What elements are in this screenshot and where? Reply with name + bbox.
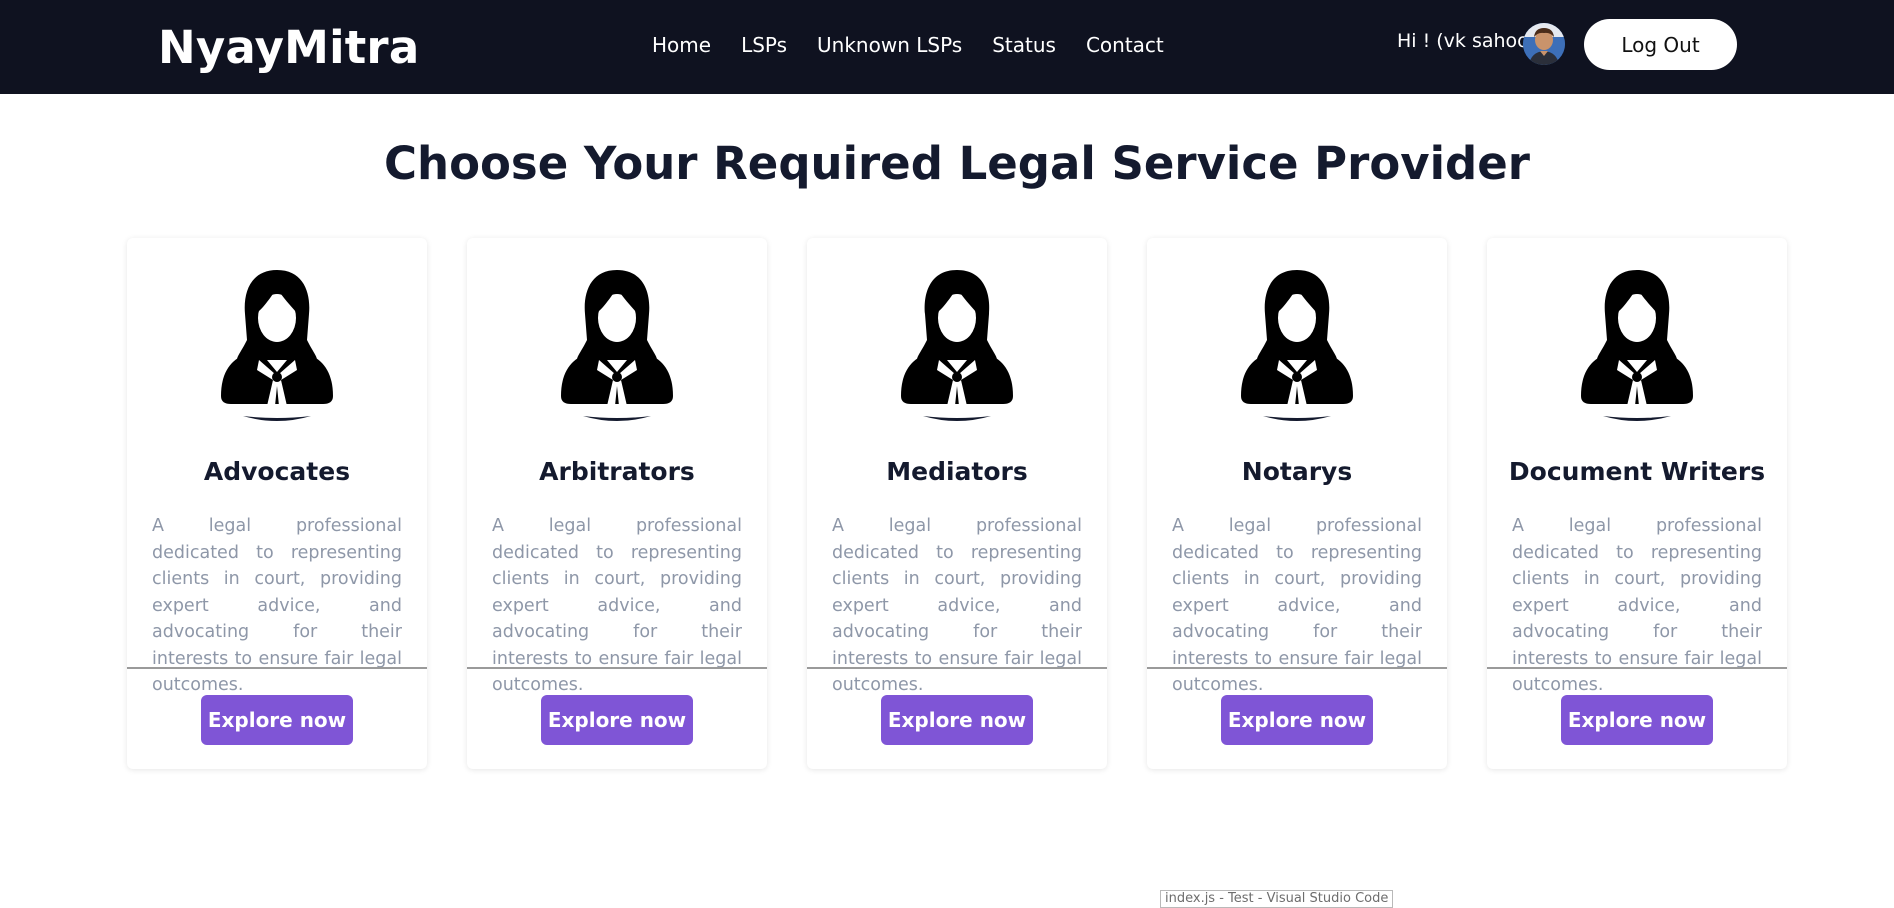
- nav-link-lsps[interactable]: LSPs: [741, 30, 787, 60]
- card-title: Document Writers: [1508, 457, 1766, 486]
- card-divider: [127, 667, 427, 669]
- nav-link-contact[interactable]: Contact: [1086, 30, 1164, 60]
- logout-button[interactable]: Log Out: [1584, 19, 1737, 70]
- card-mediators: Mediators A legal professional dedicated…: [807, 238, 1107, 769]
- page-title: Choose Your Required Legal Service Provi…: [384, 137, 1530, 190]
- card-divider: [1487, 667, 1787, 669]
- explore-arbitrators-button[interactable]: Explore now: [541, 695, 693, 745]
- card-title: Mediators: [886, 457, 1028, 486]
- user-greeting: Hi ! (vk sahoo): [1397, 30, 1537, 52]
- nav-link-status[interactable]: Status: [992, 30, 1056, 60]
- card-description: A legal professional dedicated to repres…: [1512, 516, 1762, 695]
- card-advocates: Advocates A legal professional dedicated…: [127, 238, 427, 769]
- card-divider: [807, 667, 1107, 669]
- navbar: NyayMitra Home LSPs Unknown LSPs Status …: [0, 0, 1894, 94]
- card-description: A legal professional dedicated to repres…: [492, 516, 742, 695]
- card-document-writers: Document Writers A legal professional de…: [1487, 238, 1787, 769]
- avatar[interactable]: [1523, 23, 1565, 65]
- explore-notarys-button[interactable]: Explore now: [1221, 695, 1373, 745]
- window-tooltip: index.js - Test - Visual Studio Code: [1160, 890, 1394, 908]
- explore-advocates-button[interactable]: Explore now: [201, 695, 353, 745]
- female-lawyer-icon: [221, 270, 333, 421]
- explore-mediators-button[interactable]: Explore now: [881, 695, 1033, 745]
- card-title: Advocates: [203, 457, 351, 486]
- card-divider: [1147, 667, 1447, 669]
- female-lawyer-icon: [561, 270, 673, 421]
- explore-document-writers-button[interactable]: Explore now: [1561, 695, 1713, 745]
- nav-links: Home LSPs Unknown LSPs Status Contact: [652, 30, 1194, 60]
- female-lawyer-icon: [1241, 270, 1353, 421]
- card-notarys: Notarys A legal professional dedicated t…: [1147, 238, 1447, 769]
- card-description: A legal professional dedicated to repres…: [152, 516, 402, 695]
- card-description: A legal professional dedicated to repres…: [1172, 516, 1422, 695]
- brand-logo[interactable]: NyayMitra: [158, 18, 419, 78]
- female-lawyer-icon: [1581, 270, 1693, 421]
- card-divider: [467, 667, 767, 669]
- card-title: Notarys: [1241, 457, 1353, 486]
- nav-link-home[interactable]: Home: [652, 30, 711, 60]
- card-description: A legal professional dedicated to repres…: [832, 516, 1082, 695]
- nav-link-unknown-lsps[interactable]: Unknown LSPs: [817, 30, 962, 60]
- card-arbitrators: Arbitrators A legal professional dedicat…: [467, 238, 767, 769]
- user-avatar-icon: [1523, 23, 1565, 65]
- card-title: Arbitrators: [539, 457, 695, 486]
- female-lawyer-icon: [901, 270, 1013, 421]
